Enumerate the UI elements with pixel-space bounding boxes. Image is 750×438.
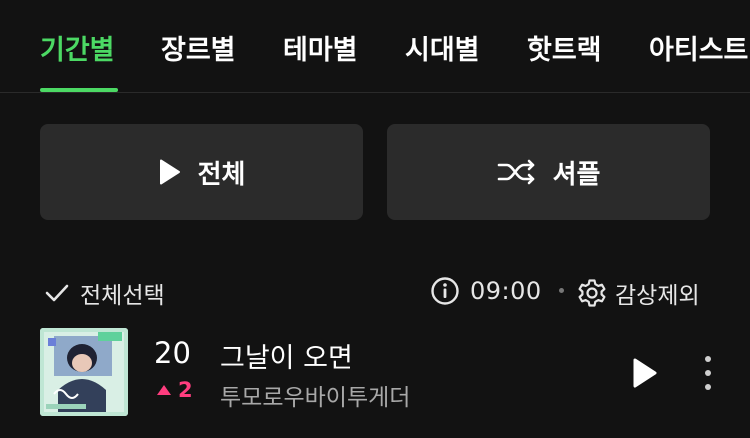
exclude-listening-label: 감상제외 [615,283,700,309]
play-song-icon[interactable] [628,356,660,390]
shuffle-button[interactable]: 셔플 [387,124,710,220]
list-toolbar: 전체선택 09:00 감상제외 [0,264,750,314]
rank-change-value: 2 [178,378,193,402]
select-all-label: 전체선택 [80,283,165,309]
chart-tabs: 기간별 장르별 테마별 시대별 핫트랙 아티스트 [0,0,750,93]
gear-icon [578,279,606,307]
tab-genre[interactable]: 장르별 [161,28,236,67]
active-tab-indicator [40,88,118,92]
separator-dot [559,288,564,293]
tab-theme[interactable]: 테마별 [283,28,358,67]
more-vertical-icon[interactable] [696,352,720,394]
select-all-button[interactable]: 전체선택 [44,276,165,310]
shuffle-icon [497,159,534,185]
chart-time[interactable]: 09:00 [430,276,542,306]
song-row[interactable]: 20 2 그날이 오면 투모로우바이투게더 [0,322,750,422]
chart-time-text: 09:00 [470,277,542,305]
triangle-up-icon [157,385,171,395]
rank-number: 20 [154,336,191,370]
check-icon [45,284,69,302]
exclude-listening-button[interactable]: 감상제외 [577,276,700,310]
play-all-label: 전체 [197,159,246,190]
play-icon [159,159,180,185]
album-art[interactable] [40,328,128,416]
shuffle-label: 셔플 [552,159,601,190]
tab-period[interactable]: 기간별 [40,28,115,67]
tab-hottrack[interactable]: 핫트랙 [527,28,602,67]
tab-era[interactable]: 시대별 [405,28,480,67]
info-icon [431,277,459,305]
rank-change: 2 [156,378,193,402]
tab-artist[interactable]: 아티스트 [649,28,748,67]
album-cover-image [40,328,128,416]
song-title[interactable]: 그날이 오면 [220,336,353,375]
artist-name[interactable]: 투모로우바이투게더 [220,378,410,412]
play-all-button[interactable]: 전체 [40,124,363,220]
